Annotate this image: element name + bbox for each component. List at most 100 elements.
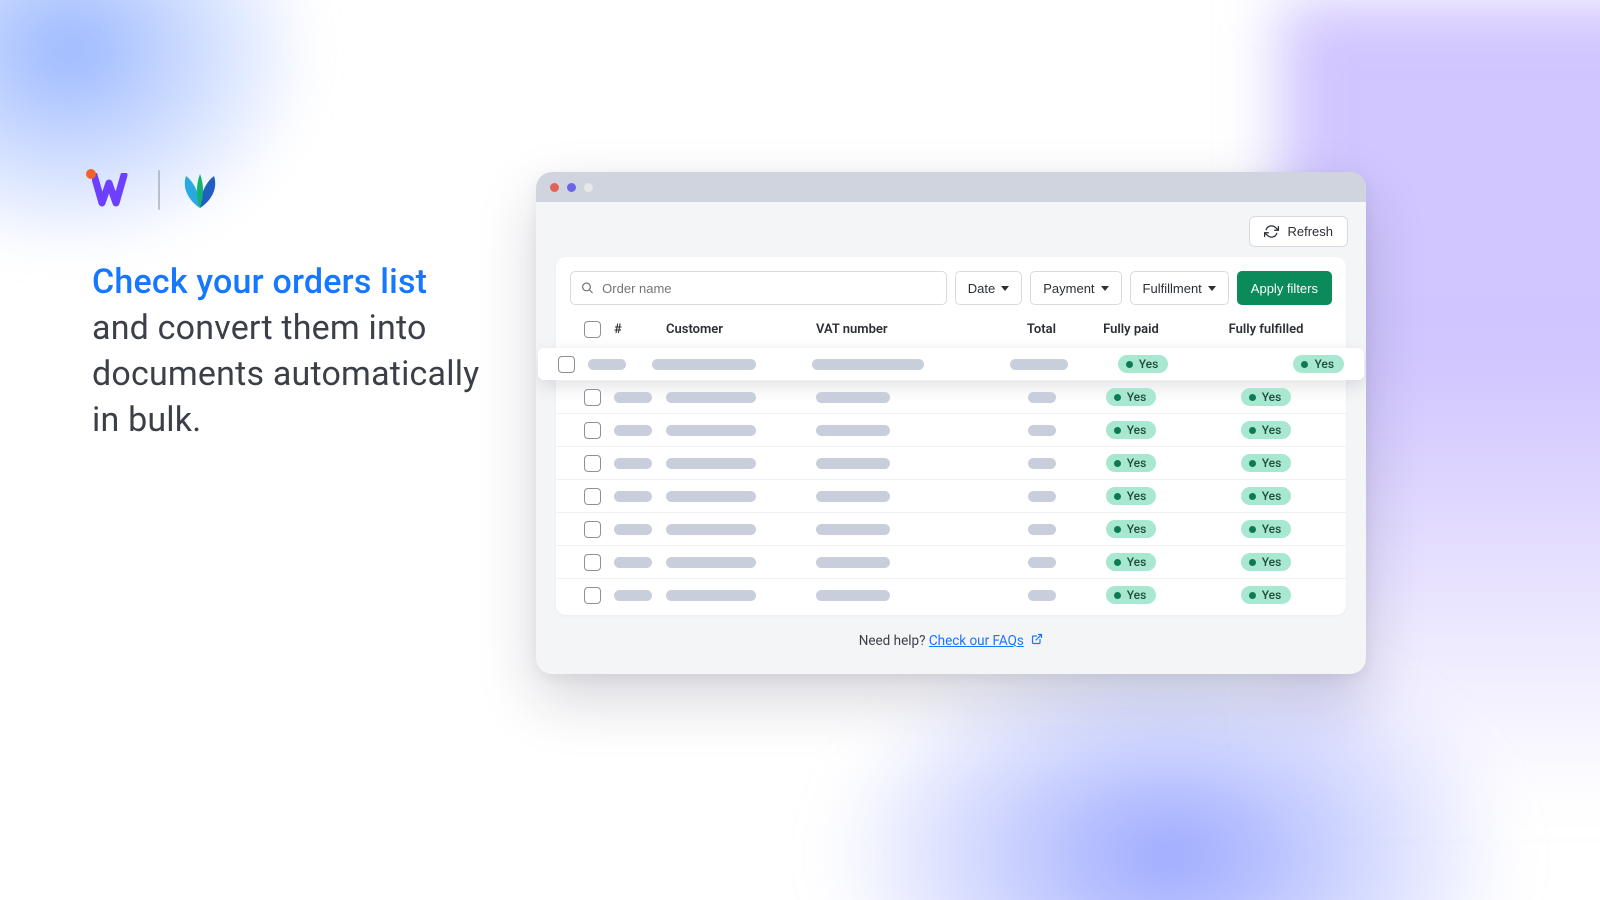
cell-number — [588, 359, 652, 370]
status-badge: Yes — [1241, 388, 1292, 406]
table-row[interactable]: Yes Yes — [556, 413, 1346, 446]
status-badge: Yes — [1106, 553, 1157, 571]
status-badge: Yes — [1106, 421, 1157, 439]
help-footer: Need help? Check our FAQs — [536, 629, 1366, 649]
help-prompt: Need help? — [859, 633, 929, 649]
cell-number — [614, 557, 666, 568]
cell-total — [966, 491, 1066, 502]
cell-customer — [666, 392, 816, 403]
status-badge: Yes — [1106, 586, 1157, 604]
select-all-checkbox[interactable] — [584, 321, 601, 338]
status-badge: Yes — [1241, 553, 1292, 571]
cell-paid: Yes — [1066, 487, 1196, 505]
cell-total — [966, 590, 1066, 601]
cell-paid: Yes — [1066, 388, 1196, 406]
cell-paid: Yes — [1078, 355, 1208, 373]
cell-fulfilled: Yes — [1196, 520, 1336, 538]
status-badge: Yes — [1106, 520, 1157, 538]
table-row[interactable]: Yes Yes — [556, 578, 1346, 611]
cell-vat — [812, 359, 982, 370]
cell-paid: Yes — [1066, 520, 1196, 538]
cell-customer — [666, 458, 816, 469]
status-badge: Yes — [1241, 487, 1292, 505]
cell-number — [614, 590, 666, 601]
status-badge: Yes — [1241, 454, 1292, 472]
page-topbar: Refresh — [536, 202, 1366, 257]
cell-vat — [816, 524, 966, 535]
cell-fulfilled: Yes — [1196, 454, 1336, 472]
row-checkbox[interactable] — [584, 488, 601, 505]
cell-customer — [666, 524, 816, 535]
col-total: Total — [966, 322, 1066, 337]
refresh-button[interactable]: Refresh — [1249, 216, 1348, 247]
status-badge: Yes — [1293, 355, 1344, 373]
row-checkbox[interactable] — [584, 422, 601, 439]
filter-fulfillment-button[interactable]: Fulfillment — [1130, 271, 1229, 305]
caret-down-icon — [1208, 286, 1216, 291]
logos-row — [92, 170, 512, 210]
cell-number — [614, 491, 666, 502]
window-titlebar — [536, 172, 1366, 202]
status-badge: Yes — [1241, 520, 1292, 538]
filter-date-button[interactable]: Date — [955, 271, 1022, 305]
cell-total — [982, 359, 1078, 370]
caret-down-icon — [1001, 286, 1009, 291]
cell-vat — [816, 392, 966, 403]
cell-customer — [666, 557, 816, 568]
apply-filters-button[interactable]: Apply filters — [1237, 271, 1332, 305]
row-checkbox[interactable] — [584, 521, 601, 538]
col-customer: Customer — [666, 322, 816, 337]
cell-vat — [816, 491, 966, 502]
cell-fulfilled: Yes — [1208, 355, 1344, 373]
row-checkbox[interactable] — [558, 356, 575, 373]
table-row[interactable]: Yes Yes — [538, 348, 1364, 380]
cell-customer — [666, 590, 816, 601]
cell-number — [614, 392, 666, 403]
cell-paid: Yes — [1066, 586, 1196, 604]
marketing-panel: Check your orders list and convert them … — [92, 170, 512, 444]
table-row[interactable]: Yes Yes — [556, 446, 1346, 479]
row-checkbox[interactable] — [584, 587, 601, 604]
table-row[interactable]: Yes Yes — [556, 380, 1346, 413]
cell-customer — [666, 491, 816, 502]
cell-fulfilled: Yes — [1196, 388, 1336, 406]
cell-paid: Yes — [1066, 421, 1196, 439]
search-input-wrapper[interactable] — [570, 271, 947, 305]
cell-fulfilled: Yes — [1196, 553, 1336, 571]
table-row[interactable]: Yes Yes — [556, 479, 1346, 512]
status-badge: Yes — [1106, 487, 1157, 505]
filter-payment-button[interactable]: Payment — [1030, 271, 1121, 305]
external-link-icon — [1031, 633, 1043, 649]
refresh-label: Refresh — [1287, 224, 1333, 239]
search-input[interactable] — [602, 281, 936, 296]
status-badge: Yes — [1106, 454, 1157, 472]
logo-fan-icon — [178, 170, 222, 210]
col-paid: Fully paid — [1066, 322, 1196, 337]
row-checkbox[interactable] — [584, 389, 601, 406]
headline-rest: and convert them into documents automati… — [92, 308, 479, 440]
table-row[interactable]: Yes Yes — [556, 545, 1346, 578]
window-max-dot[interactable] — [584, 183, 593, 192]
table-body: YesYesYesYesYesYesYesYesYesYesYesYesYesY… — [556, 348, 1346, 611]
filters-row: Date Payment Fulfillment Apply filters — [556, 257, 1346, 315]
status-badge: Yes — [1106, 388, 1157, 406]
col-number: # — [614, 322, 666, 337]
table-row[interactable]: Yes Yes — [556, 512, 1346, 545]
cell-customer — [666, 425, 816, 436]
cell-number — [614, 524, 666, 535]
cell-fulfilled: Yes — [1196, 487, 1336, 505]
row-checkbox[interactable] — [584, 455, 601, 472]
help-faq-link[interactable]: Check our FAQs — [929, 633, 1024, 649]
row-checkbox[interactable] — [584, 554, 601, 571]
window-close-dot[interactable] — [550, 183, 559, 192]
cell-total — [966, 392, 1066, 403]
window-min-dot[interactable] — [567, 183, 576, 192]
cell-fulfilled: Yes — [1196, 586, 1336, 604]
status-badge: Yes — [1241, 421, 1292, 439]
caret-down-icon — [1101, 286, 1109, 291]
headline-accent: Check your orders list — [92, 260, 512, 306]
status-badge: Yes — [1241, 586, 1292, 604]
table-header: # Customer VAT number Total Fully paid F… — [556, 315, 1346, 348]
cell-number — [614, 425, 666, 436]
orders-card: Date Payment Fulfillment Apply filters #… — [556, 257, 1346, 615]
